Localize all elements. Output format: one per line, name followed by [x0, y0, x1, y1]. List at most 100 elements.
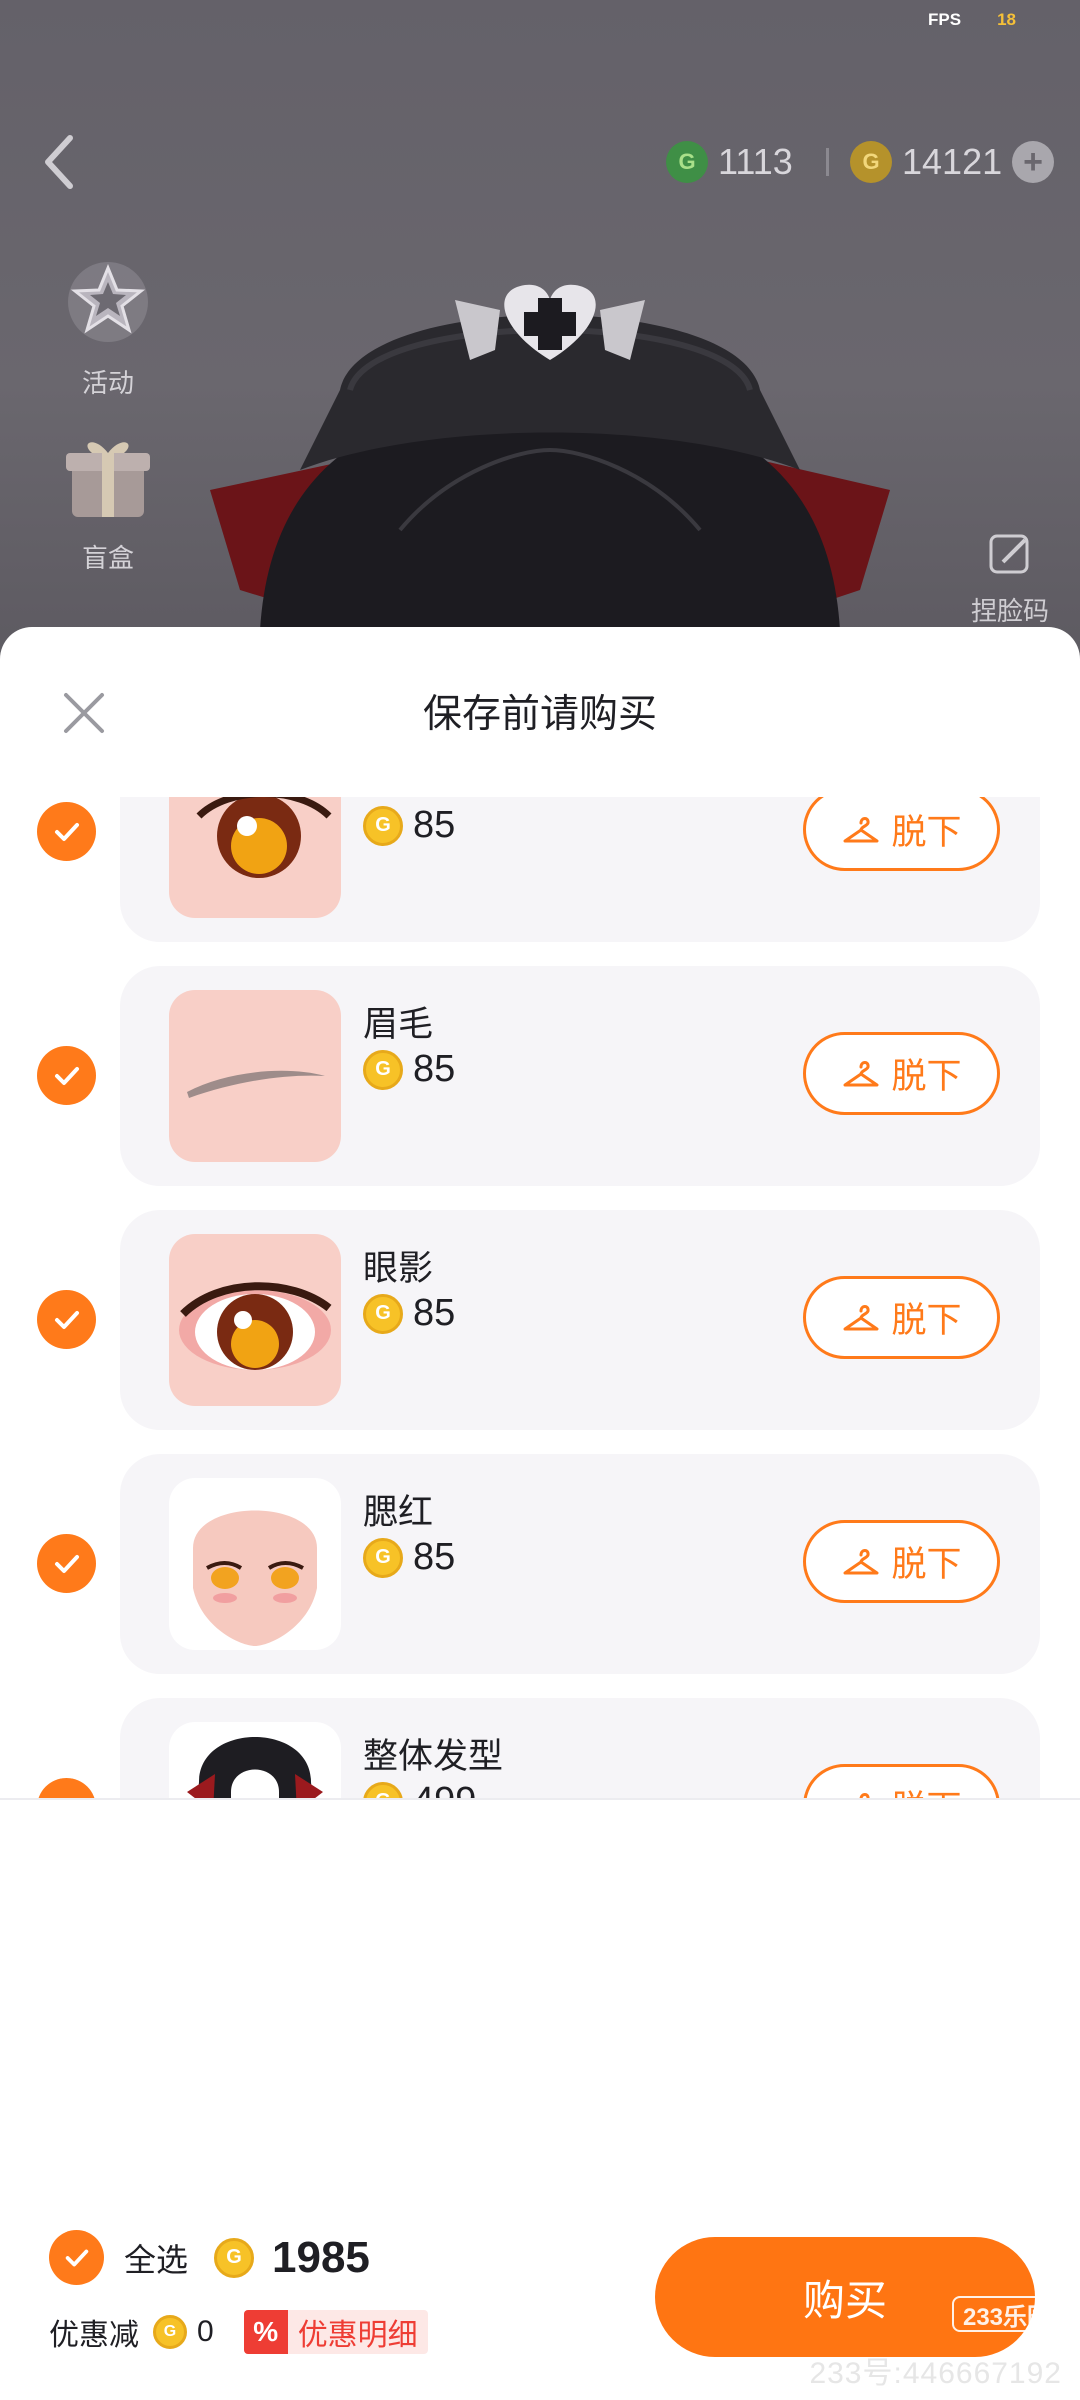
coin-balance-value: 14121 [902, 141, 1003, 182]
item-price-value: 85 [413, 1048, 456, 1090]
item-price-value: 499 [413, 1780, 476, 1800]
item-price: G 85 [363, 1292, 455, 1335]
fps-label: FPS [928, 10, 962, 29]
brow-thumb-art [187, 1070, 325, 1098]
coin-icon: G [214, 2237, 255, 2278]
discount-row: 优惠减 G 0 % 优惠明细 [49, 2310, 428, 2354]
star-badge-icon [68, 262, 148, 342]
take-off-button[interactable]: 脱下 [803, 1520, 1000, 1603]
item-list[interactable]: G 85 脱下 眉毛 G 85 脱下 眼影 G 85 脱下 腮红 G 85 脱下… [0, 797, 1080, 1800]
fps-counter: FPS 18 [928, 10, 1016, 30]
item-price: G 85 [363, 1048, 455, 1091]
checkmark-icon [65, 2249, 88, 2266]
take-off-label: 脱下 [891, 1301, 962, 1340]
fps-value: 18 [997, 10, 1016, 29]
take-off-label: 脱下 [891, 813, 962, 852]
total-price: 1985 [272, 2232, 370, 2282]
discount-detail-button[interactable]: % 优惠明细 [243, 2310, 428, 2354]
blush-thumbnail [169, 1478, 341, 1650]
buy-label: 购买 [802, 2276, 887, 2324]
item-price: G 85 [363, 804, 455, 847]
item-checkbox[interactable] [37, 802, 96, 861]
take-off-button[interactable]: 脱下 [803, 1764, 1000, 1800]
take-off-button[interactable]: 脱下 [803, 1032, 1000, 1115]
eye-thumbnail [169, 797, 341, 918]
item-checkbox[interactable] [37, 1046, 96, 1105]
item-card: 腮红 G 85 脱下 [120, 1454, 1040, 1674]
take-off-label: 脱下 [891, 1780, 961, 1800]
item-name: 眉毛 [363, 1005, 434, 1044]
watermark-logo: 233乐园 [952, 2296, 1062, 2332]
take-off-button[interactable]: 脱下 [803, 1276, 1000, 1359]
take-off-label: 脱下 [891, 1057, 962, 1096]
item-price: G 85 [363, 1536, 455, 1579]
gem-balance-value: 1113 [718, 141, 793, 182]
list-item: 眼影 G 85 脱下 [0, 1210, 1080, 1430]
list-item: 眉毛 G 85 脱下 [0, 966, 1080, 1186]
list-item: 腮红 G 85 脱下 [0, 1454, 1080, 1674]
face-code-button[interactable]: 捏脸码 [960, 530, 1060, 628]
hanger-icon [843, 816, 879, 842]
item-card: G 85 脱下 [120, 797, 1040, 942]
balance-divider [826, 148, 829, 176]
coin-icon: G [153, 2315, 187, 2349]
coin-icon: G [363, 1293, 403, 1334]
item-card: 整体发型 G499 脱下 [120, 1698, 1040, 1800]
item-price-value: 85 [413, 804, 456, 846]
take-off-button[interactable]: 脱下 [803, 797, 1000, 871]
coin-icon: G [850, 141, 892, 183]
eye-thumb-art [196, 797, 332, 878]
footer-divider [0, 1798, 1080, 1800]
gift-box-icon [66, 442, 150, 517]
coin-icon: G [363, 1537, 403, 1578]
hair-thumb-art [187, 1737, 323, 1800]
coin-icon: G [363, 1049, 403, 1090]
gem-balance: G 1113 [666, 137, 793, 187]
edit-icon [989, 534, 1029, 574]
list-item: G 85 脱下 [0, 797, 1080, 942]
item-checkbox[interactable] [37, 1290, 96, 1349]
item-card: 眼影 G 85 脱下 [120, 1210, 1040, 1430]
avatar-preview-scene: FPS 18 G 1113 G 14121 + 活动 盲盒 捏脸码 [0, 0, 1080, 640]
item-price: G499 [363, 1780, 476, 1800]
item-checkbox[interactable] [37, 1534, 96, 1593]
discount-label: 优惠减 [49, 2319, 139, 2352]
discount-value: 0 [197, 2315, 214, 2348]
select-all-row: 全选 G 1985 [49, 2230, 370, 2285]
side-menu-blindbox[interactable]: 盲盒 [52, 425, 164, 575]
checkmark-icon [54, 1066, 79, 1085]
take-off-label: 脱下 [891, 1545, 962, 1584]
checkmark-icon [54, 822, 79, 841]
gem-icon: G [666, 141, 708, 183]
select-all-checkbox[interactable] [49, 2230, 104, 2285]
plus-icon: + [1023, 142, 1043, 181]
item-name: 整体发型 [363, 1737, 504, 1776]
hanger-icon [843, 1304, 879, 1330]
item-card: 眉毛 G 85 脱下 [120, 966, 1040, 1186]
add-currency-button[interactable]: + [1012, 141, 1054, 183]
checkmark-icon [54, 1310, 79, 1329]
side-menu-activity-label: 活动 [81, 368, 134, 398]
watermark-text: 233号:446667192 [809, 2357, 1062, 2390]
sheet-title: 保存前请购买 [422, 693, 657, 736]
coin-balance: G 14121 [850, 137, 1002, 187]
hanger-icon [843, 1060, 879, 1086]
back-arrow-icon[interactable] [40, 132, 80, 192]
discount-detail-label: 优惠明细 [297, 2319, 418, 2352]
eyeshadow-thumb-art [179, 1282, 332, 1370]
list-item: 整体发型 G499 脱下 [0, 1698, 1080, 1800]
item-name: 眼影 [363, 1249, 434, 1288]
avatar-character [210, 284, 890, 640]
item-name: 腮红 [363, 1493, 434, 1532]
coin-icon: G [363, 805, 403, 846]
item-price-value: 85 [413, 1536, 456, 1578]
purchase-sheet: 保存前请购买 G 85 脱下 眉毛 G 85 脱下 眼影 G 85 脱下 腮红 … [0, 627, 1080, 2400]
item-checkbox[interactable] [37, 1778, 96, 1800]
select-all-label: 全选 [124, 2241, 189, 2278]
checkmark-icon [54, 1554, 79, 1573]
side-menu-activity[interactable]: 活动 [52, 250, 164, 400]
hair-thumbnail [169, 1722, 341, 1800]
side-menu-blindbox-label: 盲盒 [81, 543, 134, 573]
brow-thumbnail [169, 990, 341, 1162]
item-price-value: 85 [413, 1292, 456, 1334]
